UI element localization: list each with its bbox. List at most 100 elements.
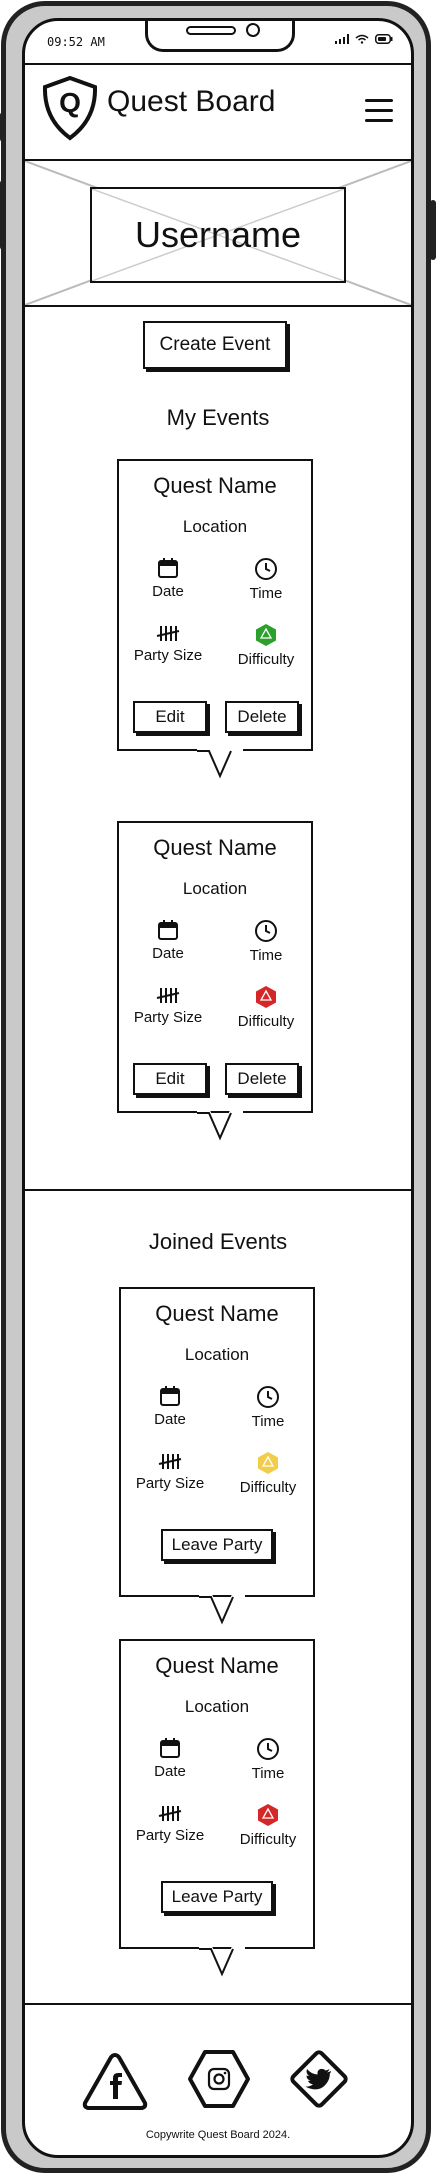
joined-event-card[interactable]: Quest Name Location Date Time Party Size… <box>119 1639 315 1949</box>
battery-icon <box>375 34 393 44</box>
phone-side-button <box>0 180 6 250</box>
camera-icon <box>246 23 260 37</box>
quest-name: Quest Name <box>155 1653 279 1678</box>
phone-side-button <box>430 200 436 260</box>
app-header: Q Quest Board <box>25 63 411 161</box>
card-pointer <box>199 1947 245 1979</box>
d20-icon <box>256 624 276 646</box>
edit-button[interactable]: Edit <box>133 701 207 733</box>
quest-date: Date <box>121 1737 219 1780</box>
phone-screen: 09:52 AM Q Quest Board Username Create E… <box>22 18 414 2158</box>
date-label: Date <box>152 945 184 962</box>
quest-time: Time <box>217 557 315 602</box>
my-event-card[interactable]: Quest Name Location Date Time Party Size… <box>117 821 313 1113</box>
quest-location: Location <box>184 1697 250 1716</box>
difficulty-label: Difficulty <box>237 651 295 668</box>
party-size-label: Party Size <box>135 1827 205 1844</box>
quest-name: Quest Name <box>153 473 277 498</box>
card-pointer <box>197 1111 243 1143</box>
card-pointer <box>199 1595 245 1627</box>
quest-party-size: Party Size <box>119 985 217 1026</box>
card-pointer <box>197 746 243 781</box>
quest-difficulty: Difficulty <box>219 1451 317 1496</box>
d20-icon <box>258 1452 278 1474</box>
clock-icon <box>255 558 277 580</box>
party-size-label: Party Size <box>133 1009 203 1026</box>
d20-icon <box>256 986 276 1008</box>
leave-party-button[interactable]: Leave Party <box>161 1881 273 1913</box>
joined-events-title: Joined Events <box>148 1229 288 1254</box>
calendar-icon <box>158 558 178 578</box>
quest-location: Location <box>184 1345 250 1364</box>
footer-divider <box>25 2003 411 2005</box>
username: Username <box>90 187 346 283</box>
speaker-icon <box>186 26 236 35</box>
status-icons <box>335 34 393 44</box>
time-label: Time <box>251 1413 285 1430</box>
my-events-title: My Events <box>166 405 270 430</box>
party-size-label: Party Size <box>135 1475 205 1492</box>
tally-icon <box>158 1454 182 1469</box>
date-label: Date <box>152 583 184 600</box>
time-label: Time <box>249 947 283 964</box>
calendar-icon <box>158 920 178 940</box>
quest-difficulty: Difficulty <box>217 623 315 668</box>
calendar-icon <box>160 1386 180 1406</box>
quest-date: Date <box>121 1385 219 1428</box>
quest-location: Location <box>182 879 248 898</box>
quest-time: Time <box>217 919 315 964</box>
app-logo[interactable]: Q <box>41 75 99 145</box>
username-text: Username <box>134 214 302 255</box>
quest-location: Location <box>182 517 248 536</box>
date-label: Date <box>154 1763 186 1780</box>
edit-button[interactable]: Edit <box>133 1063 207 1095</box>
tally-icon <box>158 1806 182 1821</box>
delete-button[interactable]: Delete <box>225 701 299 733</box>
quest-time: Time <box>219 1737 317 1782</box>
tally-icon <box>156 626 180 641</box>
signal-icon <box>335 34 349 44</box>
delete-button[interactable]: Delete <box>225 1063 299 1095</box>
tally-icon <box>156 988 180 1003</box>
facebook-icon[interactable] <box>81 2051 149 2111</box>
quest-name: Quest Name <box>153 835 277 860</box>
menu-icon[interactable] <box>365 99 393 123</box>
clock-icon <box>257 1386 279 1408</box>
clock-icon <box>255 920 277 942</box>
app-title: Quest Board <box>107 85 276 118</box>
copyright-text: Copywrite Quest Board 2024. <box>145 2129 291 2141</box>
quest-difficulty: Difficulty <box>219 1803 317 1848</box>
quest-party-size: Party Size <box>119 623 217 664</box>
instagram-icon[interactable] <box>187 2049 251 2109</box>
phone-side-button <box>0 112 6 142</box>
phone-notch <box>145 21 295 52</box>
section-divider <box>25 1189 411 1191</box>
create-event-button[interactable]: Create Event <box>143 321 287 369</box>
leave-party-button[interactable]: Leave Party <box>161 1529 273 1561</box>
difficulty-label: Difficulty <box>239 1831 297 1848</box>
quest-time: Time <box>219 1385 317 1430</box>
difficulty-label: Difficulty <box>237 1013 295 1030</box>
clock-icon <box>257 1738 279 1760</box>
quest-party-size: Party Size <box>121 1803 219 1844</box>
logo-letter: Q <box>59 87 81 118</box>
profile-banner: Username <box>25 161 411 307</box>
my-event-card[interactable]: Quest Name Location Date Time Party Size… <box>117 459 313 751</box>
calendar-icon <box>160 1738 180 1758</box>
twitter-icon[interactable] <box>285 2045 353 2113</box>
wifi-icon <box>355 34 369 44</box>
d20-icon <box>258 1804 278 1826</box>
time-label: Time <box>249 585 283 602</box>
quest-date: Date <box>119 557 217 600</box>
date-label: Date <box>154 1411 186 1428</box>
status-time: 09:52 AM <box>47 35 105 49</box>
quest-party-size: Party Size <box>121 1451 219 1492</box>
quest-difficulty: Difficulty <box>217 985 315 1030</box>
quest-date: Date <box>119 919 217 962</box>
quest-name: Quest Name <box>155 1301 279 1326</box>
status-bar: 09:52 AM <box>25 21 411 61</box>
party-size-label: Party Size <box>133 647 203 664</box>
joined-event-card[interactable]: Quest Name Location Date Time Party Size… <box>119 1287 315 1597</box>
time-label: Time <box>251 1765 285 1782</box>
difficulty-label: Difficulty <box>239 1479 297 1496</box>
